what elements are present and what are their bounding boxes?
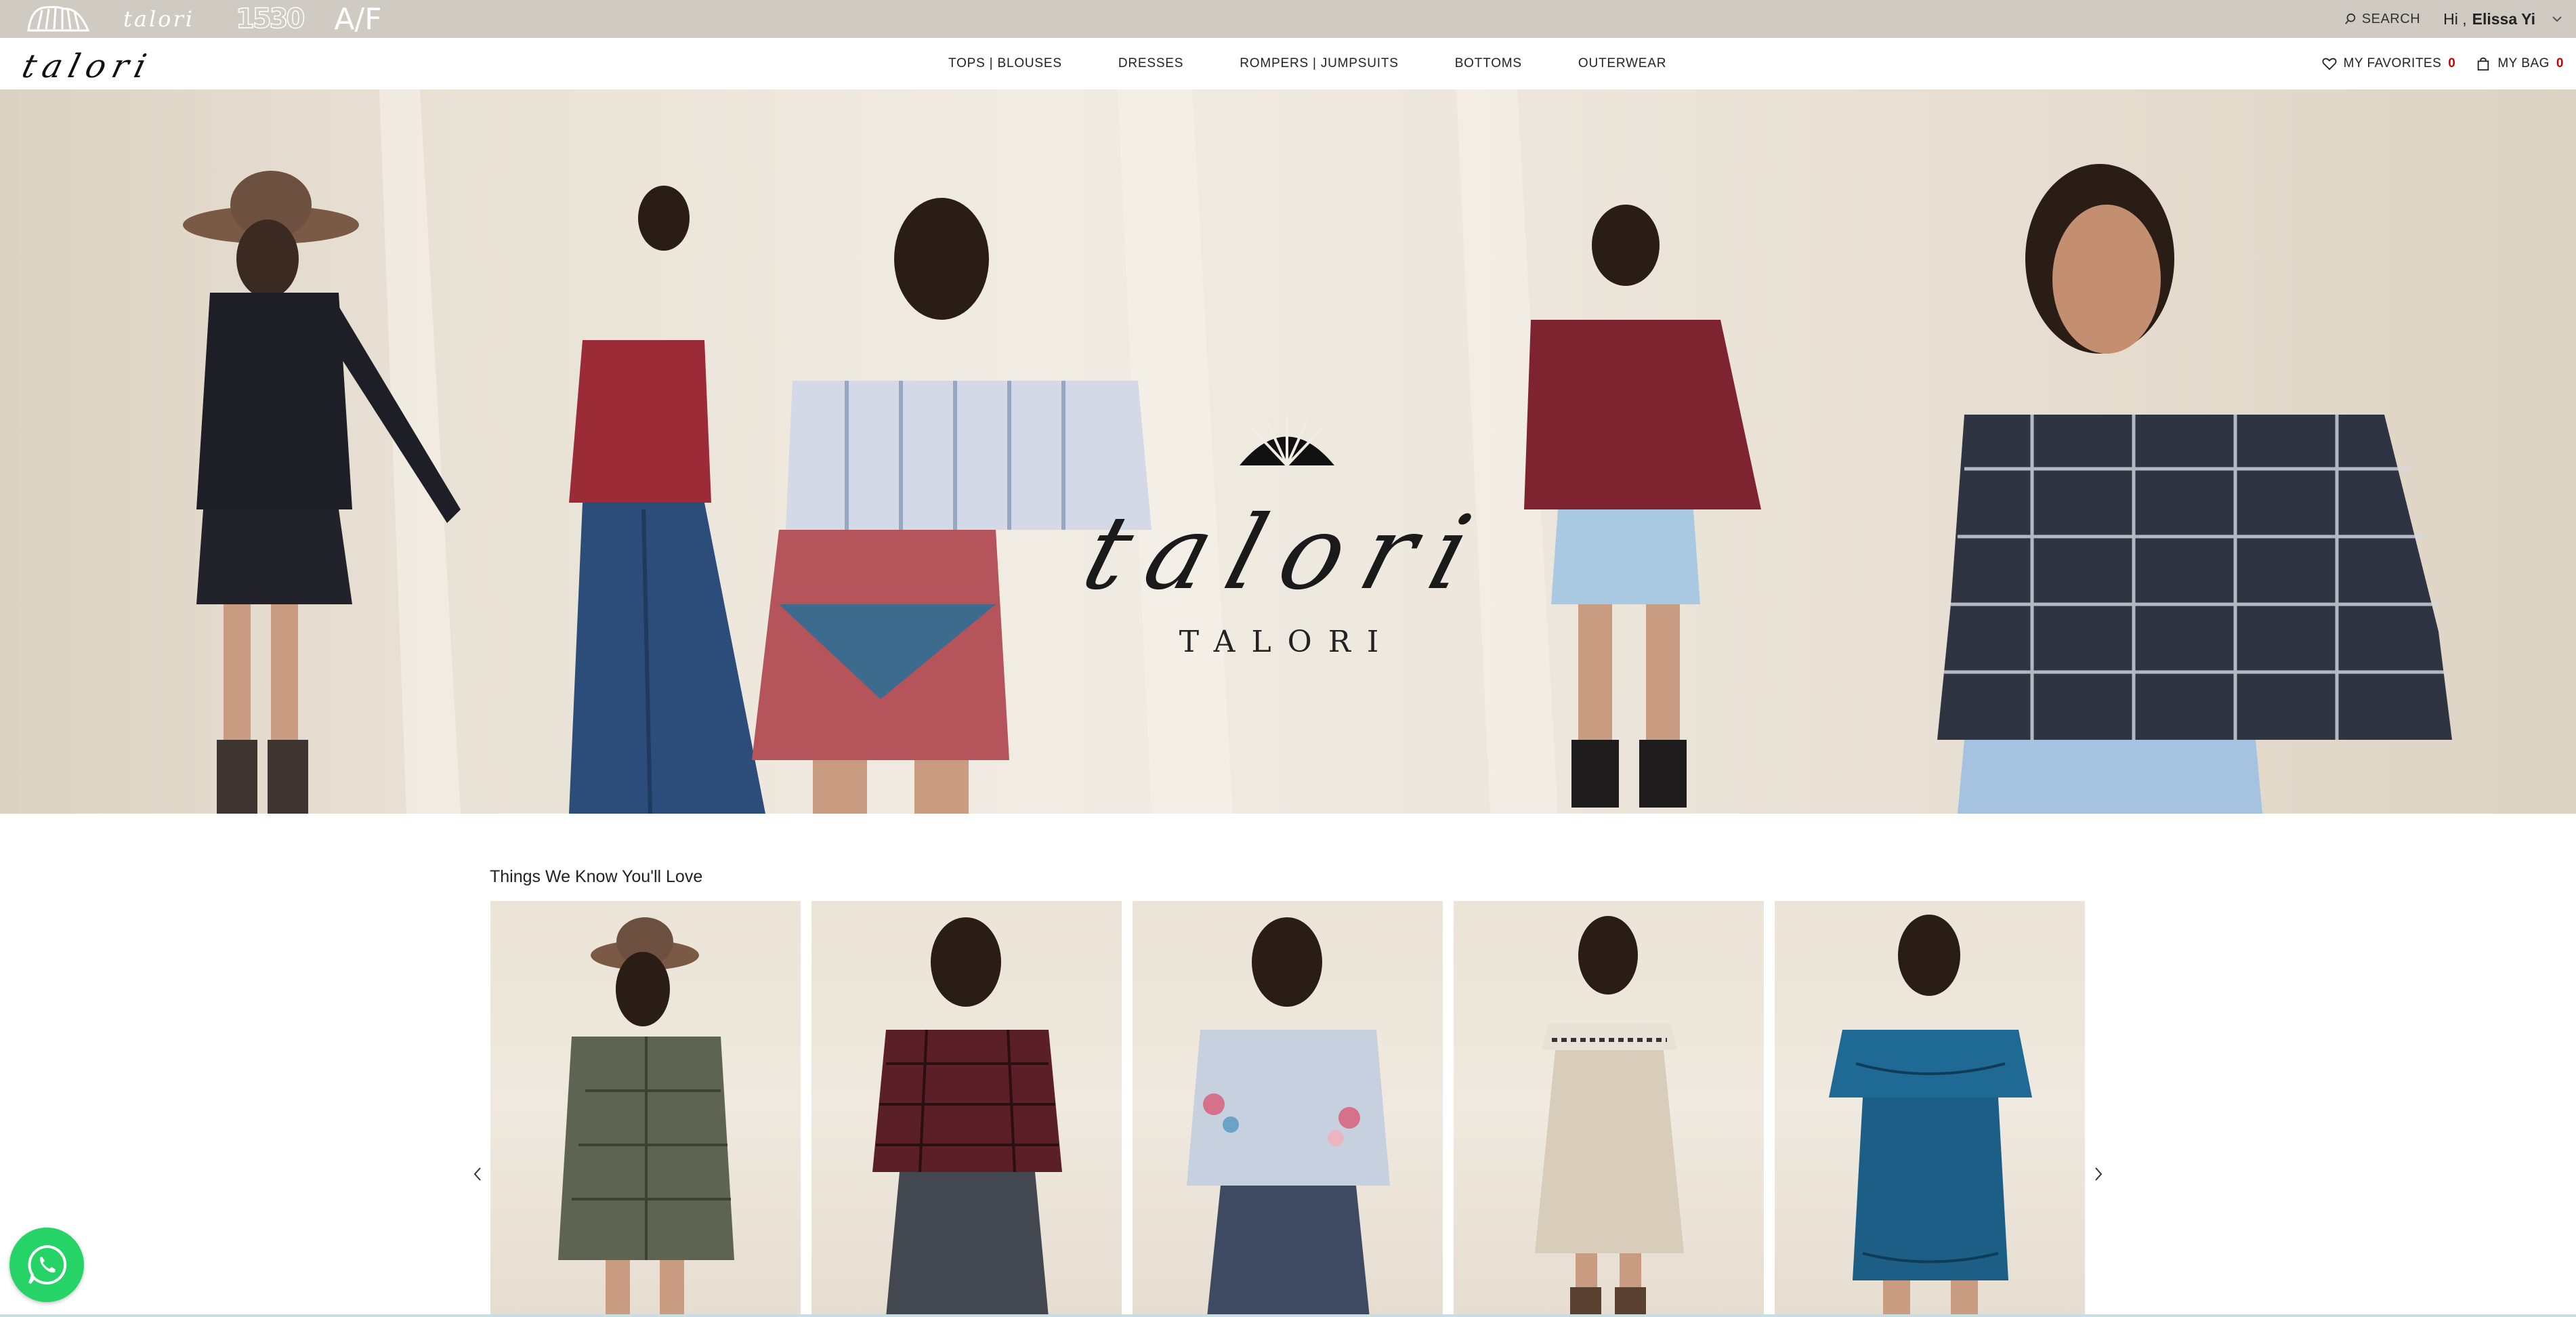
favorites-link[interactable]: MY FAVORITES 0	[2322, 56, 2456, 71]
brand-bar: talori 1530 A/F SEARCH Hi , Elissa Yi	[0, 0, 2576, 38]
bottom-scroll-edge	[0, 1314, 2576, 1317]
main-navigation: talori TOPS | BLOUSES DRESSES ROMPERS | …	[0, 38, 2576, 90]
heart-icon	[2322, 58, 2337, 70]
account-area: SEARCH Hi , Elissa Yi	[2344, 0, 2576, 38]
search-icon	[2344, 13, 2355, 24]
favorites-label: MY FAVORITES	[2343, 56, 2442, 70]
chevron-left-icon	[473, 1167, 481, 1181]
bag-link[interactable]: MY BAG 0	[2476, 56, 2564, 71]
product-card[interactable]	[490, 901, 801, 1317]
chevron-down-icon[interactable]	[2550, 12, 2564, 26]
bag-label: MY BAG	[2497, 56, 2550, 70]
category-links: TOPS | BLOUSES DRESSES ROMPERS | JUMPSUI…	[948, 38, 1666, 89]
whatsapp-chat-button[interactable]	[9, 1228, 84, 1302]
carousel-next-button[interactable]	[2088, 1164, 2109, 1184]
talori-logo[interactable]: talori	[123, 6, 205, 32]
recommendations-title: Things We Know You'll Love	[490, 867, 703, 886]
af-logo[interactable]: A/F	[334, 2, 381, 37]
product-carousel	[467, 900, 2107, 1317]
search-label: SEARCH	[2361, 11, 2421, 26]
nav-link-outerwear[interactable]: OUTERWEAR	[1578, 56, 1666, 71]
olive-plaid-dress-image	[558, 917, 734, 1317]
carousel-prev-button[interactable]	[467, 1164, 488, 1184]
product-card[interactable]	[1133, 901, 1443, 1317]
user-name[interactable]: Elissa Yi	[2472, 10, 2535, 28]
hero-script-logo: talori	[1071, 495, 1503, 612]
nav-link-dresses[interactable]: DRESSES	[1118, 56, 1183, 71]
greeting-text: Hi ,	[2443, 9, 2467, 28]
nav-link-bottoms[interactable]: BOTTOMS	[1455, 56, 1522, 71]
shell-logo-icon[interactable]	[24, 5, 92, 33]
bag-count: 0	[2556, 56, 2564, 70]
whatsapp-icon	[28, 1245, 67, 1284]
search-button[interactable]: SEARCH	[2344, 12, 2420, 27]
product-card[interactable]	[1775, 901, 2085, 1317]
cream-off-shoulder-dress-image	[1535, 916, 1684, 1317]
embroidered-sweatshirt-image	[1187, 917, 1390, 1317]
brand-logos: talori 1530 A/F	[24, 0, 382, 38]
site-logo[interactable]: talori	[18, 47, 156, 85]
hero-banner[interactable]: talori TALORI	[0, 89, 2576, 814]
chevron-right-icon	[2095, 1167, 2103, 1181]
1530-logo[interactable]: 1530	[235, 3, 305, 35]
hero-banner-image	[183, 89, 2452, 814]
nav-actions: MY FAVORITES 0 MY BAG 0	[2322, 38, 2564, 89]
nav-link-tops-blouses[interactable]: TOPS | BLOUSES	[948, 56, 1062, 71]
product-card[interactable]	[811, 901, 1122, 1317]
product-card[interactable]	[1454, 901, 1764, 1317]
hero-wordmark: TALORI	[1179, 625, 1395, 659]
favorites-count: 0	[2448, 56, 2456, 70]
nav-link-rompers-jumpsuits[interactable]: ROMPERS | JUMPSUITS	[1240, 56, 1398, 71]
hero-brand-logo: talori TALORI	[1071, 495, 1503, 659]
burgundy-plaid-top-image	[872, 917, 1062, 1317]
teal-embroidered-romper-image	[1829, 915, 2032, 1317]
shopping-bag-icon	[2478, 57, 2489, 71]
